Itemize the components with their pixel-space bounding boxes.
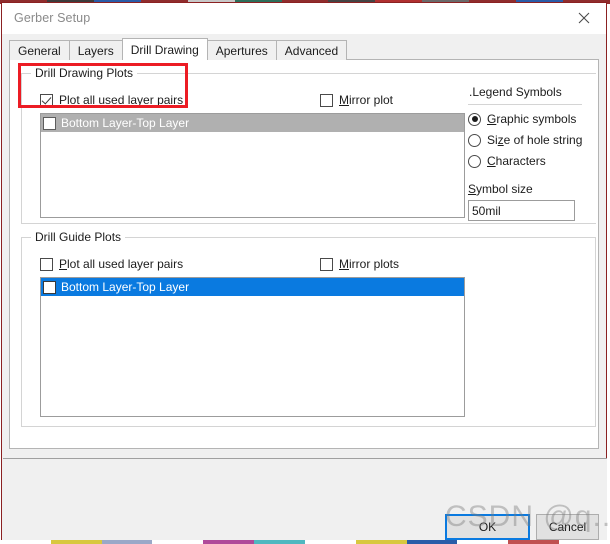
close-icon[interactable] xyxy=(561,3,606,32)
checkbox-box-icon xyxy=(40,257,53,271)
tab-apertures[interactable]: Apertures xyxy=(206,40,277,60)
listbox-drill-drawing-layer-pairs[interactable]: Bottom Layer-Top Layer xyxy=(40,113,465,218)
radio-button-icon xyxy=(468,112,481,126)
checkbox-box-icon xyxy=(320,93,333,107)
radio-size-of-hole-string[interactable]: Size of hole string xyxy=(468,133,593,147)
radio-characters[interactable]: Characters xyxy=(468,154,593,168)
radio-button-icon xyxy=(468,154,481,168)
cancel-button-label: Cancel xyxy=(548,520,587,534)
checkbox-drawing-mirror-label: Mirror plot xyxy=(339,93,394,107)
legend-symbols-heading: .Legend Symbols xyxy=(469,85,562,99)
gerber-setup-dialog: Gerber Setup General Layers Drill Drawin… xyxy=(1,2,607,541)
legend-divider xyxy=(468,104,582,105)
list-item[interactable]: Bottom Layer-Top Layer xyxy=(41,278,464,296)
tab-page-drill-drawing: Drill Drawing Plots Plot all used layer … xyxy=(9,59,599,449)
tab-drill-drawing[interactable]: Drill Drawing xyxy=(121,38,208,60)
tab-layers[interactable]: Layers xyxy=(68,40,123,60)
title-bar: Gerber Setup xyxy=(2,3,606,34)
symbol-size-input[interactable] xyxy=(468,200,575,221)
dialog-footer: OK Cancel xyxy=(3,458,607,541)
tab-strip: General Layers Drill Drawing Apertures A… xyxy=(9,38,348,60)
list-item-label: Bottom Layer-Top Layer xyxy=(61,280,190,294)
checkbox-guide-mirror-plots[interactable]: Mirror plots xyxy=(320,257,399,271)
radio-characters-label: Characters xyxy=(487,154,546,168)
tab-apertures-label: Apertures xyxy=(215,44,268,58)
tab-advanced-label: Advanced xyxy=(284,44,339,58)
checkbox-guide-mirror-label: Mirror plots xyxy=(339,257,400,271)
list-item-checkbox-icon[interactable] xyxy=(43,116,56,130)
radio-button-icon xyxy=(468,133,481,147)
checkbox-drawing-plot-all-label: Plot all used layer pairs xyxy=(59,93,184,107)
checkbox-drawing-mirror-plot[interactable]: Mirror plot xyxy=(320,93,393,107)
list-item-checkbox-icon[interactable] xyxy=(43,280,56,294)
radio-size-of-hole-string-label: Size of hole string xyxy=(487,133,583,147)
radio-graphic-symbols-label: Graphic symbols xyxy=(487,112,577,126)
tab-general[interactable]: General xyxy=(9,40,70,60)
group-drill-drawing-plots-title: Drill Drawing Plots xyxy=(31,66,138,80)
checkbox-guide-plot-all-used-layer-pairs[interactable]: Plot all used layer pairs xyxy=(40,257,183,271)
cancel-button[interactable]: Cancel xyxy=(536,514,599,540)
ok-button[interactable]: OK xyxy=(445,514,530,540)
checkbox-guide-plot-all-label: Plot all used layer pairs xyxy=(59,257,184,271)
tab-general-label: General xyxy=(18,44,61,58)
symbol-size-label: Symbol size xyxy=(468,182,533,196)
ok-button-label: OK xyxy=(478,520,497,534)
tab-advanced[interactable]: Advanced xyxy=(275,40,348,60)
listbox-drill-guide-layer-pairs[interactable]: Bottom Layer-Top Layer xyxy=(40,277,465,417)
group-drill-guide-plots-title: Drill Guide Plots xyxy=(31,230,126,244)
checkbox-drawing-plot-all-used-layer-pairs[interactable]: Plot all used layer pairs xyxy=(40,93,183,107)
panel-legend-symbols: .Legend Symbols Graphic symbols Size of … xyxy=(468,85,593,221)
list-item-label: Bottom Layer-Top Layer xyxy=(61,116,190,130)
radio-graphic-symbols[interactable]: Graphic symbols xyxy=(468,112,593,126)
page-edge-strip-bottom xyxy=(0,540,610,544)
list-item[interactable]: Bottom Layer-Top Layer xyxy=(41,114,464,132)
screenshot-root: Gerber Setup General Layers Drill Drawin… xyxy=(0,0,610,544)
checkbox-box-icon xyxy=(320,257,333,271)
tab-drill-drawing-label: Drill Drawing xyxy=(130,43,199,57)
window-title: Gerber Setup xyxy=(14,11,91,25)
checkbox-box-icon xyxy=(40,93,53,107)
tab-layers-label: Layers xyxy=(77,44,114,58)
